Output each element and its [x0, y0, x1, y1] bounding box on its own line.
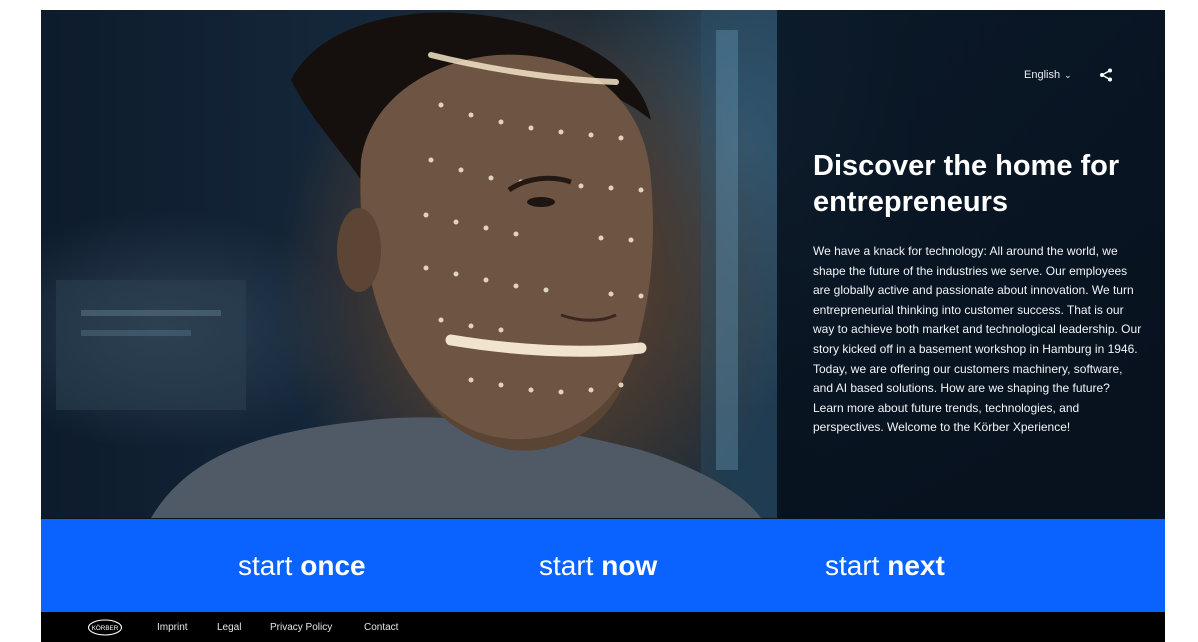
cta-emphasis: now: [601, 550, 658, 581]
hero-intro-text: We have a knack for technology: All arou…: [813, 244, 1142, 435]
cta-emphasis: next: [887, 550, 945, 581]
footer-link-privacy-policy[interactable]: Privacy Policy: [270, 622, 332, 633]
cta-start-once[interactable]: start once: [238, 550, 366, 582]
cta-prefix: start: [238, 550, 293, 581]
logo-text: KÖRBER: [92, 624, 119, 632]
footer-link-imprint[interactable]: Imprint: [157, 622, 188, 633]
cta-start-now[interactable]: start now: [539, 550, 657, 582]
footer-link-legal[interactable]: Legal: [217, 622, 241, 633]
cta-start-next[interactable]: start next: [825, 550, 945, 582]
cta-prefix: start: [539, 550, 594, 581]
page-frame: English ⌄ Discover the home for entrepre…: [41, 10, 1165, 642]
language-selector[interactable]: English ⌄: [1024, 69, 1072, 81]
koerber-logo[interactable]: KÖRBER: [87, 619, 123, 636]
cta-bar: start once start now start next: [41, 519, 1165, 612]
language-label: English: [1024, 69, 1061, 81]
share-icon[interactable]: [1098, 67, 1114, 83]
site-footer: KÖRBER Imprint Legal Privacy Policy Cont…: [41, 612, 1165, 642]
chevron-down-icon: ⌄: [1064, 69, 1072, 80]
cta-prefix: start: [825, 550, 880, 581]
hero-headline: Discover the home for entrepreneurs: [813, 150, 1120, 218]
cta-emphasis: once: [300, 550, 366, 581]
footer-link-contact[interactable]: Contact: [364, 622, 398, 633]
